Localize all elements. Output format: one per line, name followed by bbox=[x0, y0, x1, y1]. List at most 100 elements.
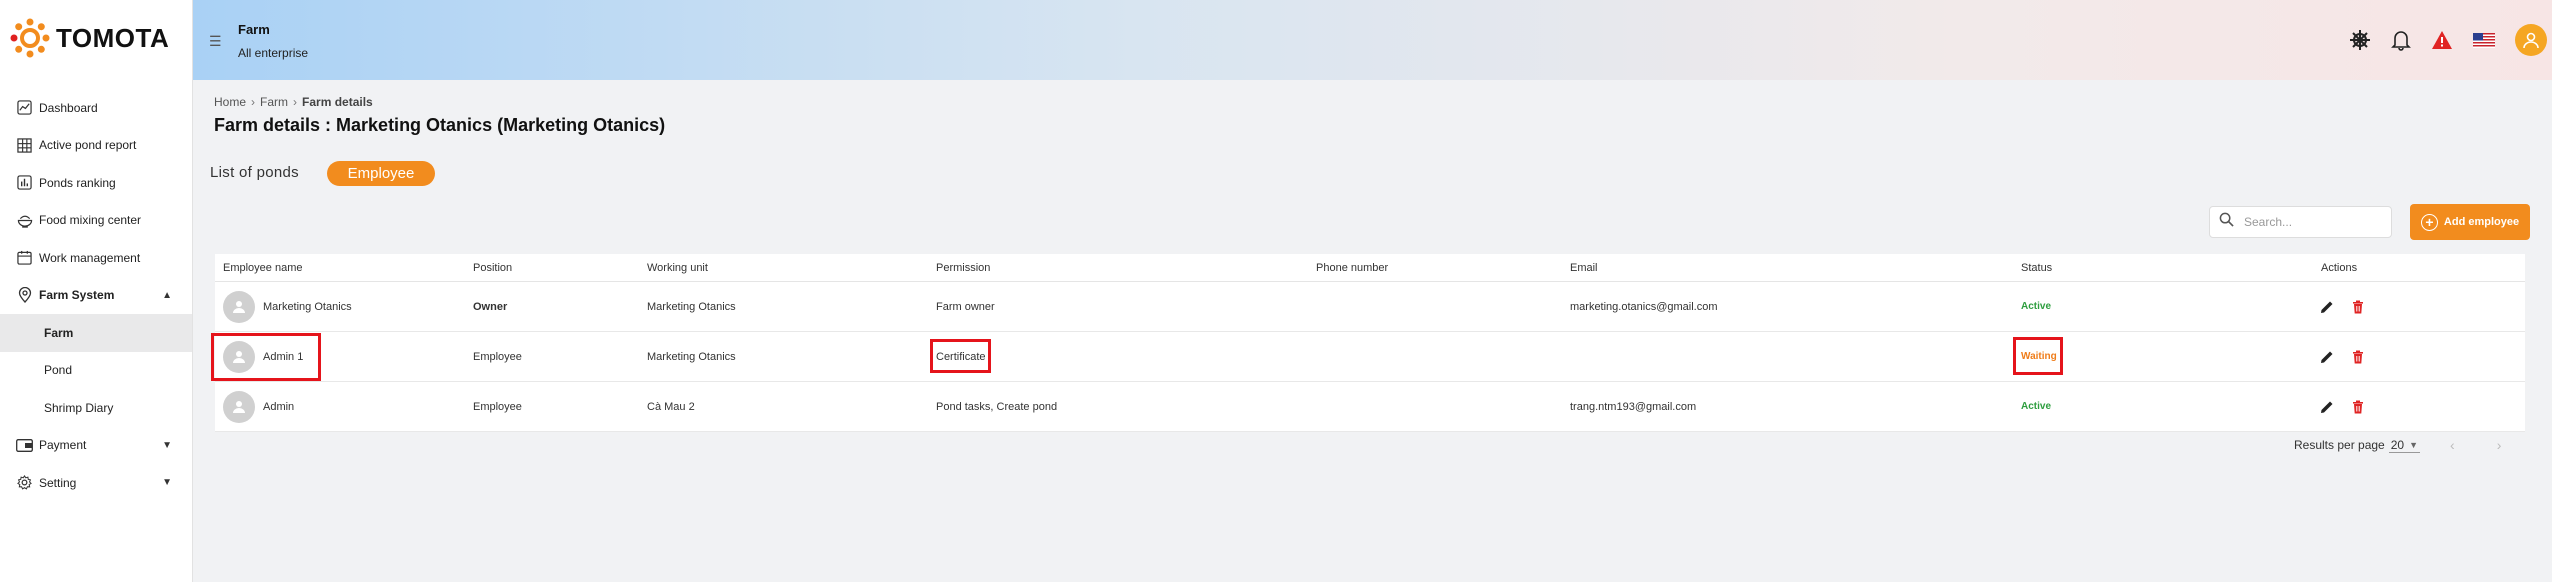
logo-text: TOMOTA bbox=[56, 22, 170, 53]
employee-position: Employee bbox=[473, 400, 522, 413]
sidebar-group-setting[interactable]: Setting ▼ bbox=[0, 464, 192, 502]
ship-wheel-icon[interactable] bbox=[2349, 29, 2371, 51]
enterprise-selector[interactable]: All enterprise bbox=[238, 46, 308, 60]
highlight-box bbox=[2013, 337, 2063, 375]
sidebar: TOMOTA Dashboard Active pond report Pond… bbox=[0, 0, 193, 582]
col-permission: Permission bbox=[936, 262, 991, 274]
table-row[interactable]: Marketing Otanics Owner Marketing Otanic… bbox=[215, 282, 2525, 332]
col-position: Position bbox=[473, 262, 513, 274]
gear-icon bbox=[16, 474, 33, 491]
employee-email: marketing.otanics@gmail.com bbox=[1570, 300, 1718, 313]
col-employee-name: Employee name bbox=[223, 262, 303, 274]
us-flag-icon[interactable] bbox=[2473, 32, 2495, 48]
sidebar-item-label: Ponds ranking bbox=[39, 175, 116, 190]
breadcrumb-farm[interactable]: Farm bbox=[260, 95, 288, 109]
top-header: ☰ Farm All enterprise bbox=[193, 0, 2552, 80]
edit-pencil-icon[interactable] bbox=[2320, 300, 2334, 314]
header-title: Farm bbox=[238, 22, 270, 37]
logo[interactable]: TOMOTA bbox=[0, 0, 192, 76]
table-row[interactable]: Admin 1 Employee Marketing Otanics Certi… bbox=[211, 332, 2525, 382]
employee-permission: Farm owner bbox=[936, 300, 995, 313]
sidebar-item-dashboard[interactable]: Dashboard bbox=[0, 89, 192, 127]
sidebar-item-label: Dashboard bbox=[39, 100, 98, 115]
col-email: Email bbox=[1570, 262, 1598, 274]
employee-permission: Pond tasks, Create pond bbox=[936, 400, 1058, 413]
employee-name: Marketing Otanics bbox=[263, 300, 352, 313]
chevron-down-icon: ▼ bbox=[2409, 439, 2419, 450]
sidebar-group-label: Setting bbox=[39, 475, 77, 490]
delete-trash-icon[interactable] bbox=[2352, 300, 2364, 314]
chevron-right-icon: › bbox=[251, 95, 256, 109]
edit-pencil-icon[interactable] bbox=[2320, 350, 2334, 364]
edit-pencil-icon[interactable] bbox=[2320, 400, 2334, 414]
delete-trash-icon[interactable] bbox=[2352, 350, 2364, 364]
add-employee-label: Add employee bbox=[2443, 216, 2520, 228]
results-per-page-label: Results per page bbox=[2294, 438, 2385, 452]
tab-employee[interactable]: Employee bbox=[327, 161, 435, 186]
employee-working-unit: Marketing Otanics bbox=[647, 300, 736, 313]
hamburger-menu-icon[interactable]: ☰ bbox=[209, 33, 222, 50]
sidebar-item-label: Work management bbox=[39, 250, 141, 265]
table-row[interactable]: Admin Employee Cà Mau 2 Pond tasks, Crea… bbox=[215, 382, 2525, 432]
chart-line-icon bbox=[16, 99, 33, 116]
warning-icon[interactable] bbox=[2431, 30, 2453, 50]
delete-trash-icon[interactable] bbox=[2352, 400, 2364, 414]
employee-email: trang.ntm193@gmail.com bbox=[1570, 400, 1697, 413]
employee-position: Employee bbox=[473, 350, 522, 363]
sidebar-item-label: Food mixing center bbox=[39, 213, 142, 228]
highlight-box bbox=[930, 339, 991, 373]
highlight-box bbox=[211, 333, 321, 381]
wallet-icon bbox=[16, 437, 33, 454]
employee-name: Admin bbox=[263, 400, 295, 413]
status-badge: Active bbox=[2021, 401, 2052, 412]
sidebar-item-label: Active pond report bbox=[39, 138, 137, 153]
user-avatar[interactable] bbox=[2515, 24, 2547, 56]
sidebar-item-active-pond-report[interactable]: Active pond report bbox=[0, 127, 192, 165]
breadcrumb: Home › Farm › Farm details bbox=[214, 95, 373, 109]
plus-circle-icon: + bbox=[2420, 213, 2438, 231]
pagination: Results per page 20 ▼ ‹ › bbox=[2294, 437, 2501, 453]
tab-list-of-ponds[interactable]: List of ponds bbox=[210, 164, 299, 181]
bowl-icon bbox=[16, 212, 33, 229]
location-pin-icon bbox=[16, 287, 33, 304]
col-working-unit: Working unit bbox=[647, 262, 708, 274]
tomota-logo-icon bbox=[8, 16, 52, 60]
employee-table: Employee name Position Working unit Perm… bbox=[211, 254, 2525, 432]
sidebar-group-payment[interactable]: Payment ▼ bbox=[0, 427, 192, 465]
sidebar-item-pond[interactable]: Pond bbox=[0, 352, 192, 390]
employee-position: Owner bbox=[473, 300, 508, 313]
status-badge: Active bbox=[2021, 301, 2052, 312]
person-avatar-icon bbox=[223, 290, 255, 323]
results-per-page-select[interactable]: 20 ▼ bbox=[2388, 437, 2421, 453]
breadcrumb-current: Farm details bbox=[302, 95, 373, 109]
sidebar-item-farm[interactable]: Farm bbox=[0, 314, 192, 352]
sidebar-group-label: Payment bbox=[39, 438, 87, 453]
search-box bbox=[2209, 206, 2392, 238]
caret-down-icon: ▼ bbox=[162, 439, 172, 451]
prev-page-icon[interactable]: ‹ bbox=[2450, 437, 2455, 453]
employee-working-unit: Marketing Otanics bbox=[647, 350, 736, 363]
col-status: Status bbox=[2021, 262, 2053, 274]
col-actions: Actions bbox=[2321, 262, 2358, 274]
results-per-page-value: 20 bbox=[2390, 437, 2405, 452]
person-avatar-icon bbox=[223, 390, 255, 423]
add-employee-button[interactable]: + Add employee bbox=[2410, 204, 2530, 240]
employee-working-unit: Cà Mau 2 bbox=[647, 400, 695, 413]
sidebar-item-ponds-ranking[interactable]: Ponds ranking bbox=[0, 164, 192, 202]
page-title: Farm details : Marketing Otanics (Market… bbox=[214, 115, 666, 135]
col-phone-number: Phone number bbox=[1316, 262, 1389, 274]
bar-chart-icon bbox=[16, 174, 33, 191]
sidebar-group-label: Farm System bbox=[39, 288, 115, 303]
sidebar-item-shrimp-diary[interactable]: Shrimp Diary bbox=[0, 389, 192, 427]
next-page-icon[interactable]: › bbox=[2497, 437, 2502, 453]
sidebar-item-food-mixing-center[interactable]: Food mixing center bbox=[0, 202, 192, 240]
sidebar-group-farm-system[interactable]: Farm System ▲ bbox=[0, 277, 192, 315]
bell-icon[interactable] bbox=[2391, 29, 2411, 51]
calendar-icon bbox=[16, 249, 33, 266]
search-input[interactable] bbox=[2244, 215, 2384, 229]
grid-icon bbox=[16, 137, 33, 154]
caret-up-icon: ▲ bbox=[162, 289, 172, 301]
sidebar-item-work-management[interactable]: Work management bbox=[0, 239, 192, 277]
search-icon bbox=[2219, 212, 2234, 232]
breadcrumb-home[interactable]: Home bbox=[214, 95, 246, 109]
